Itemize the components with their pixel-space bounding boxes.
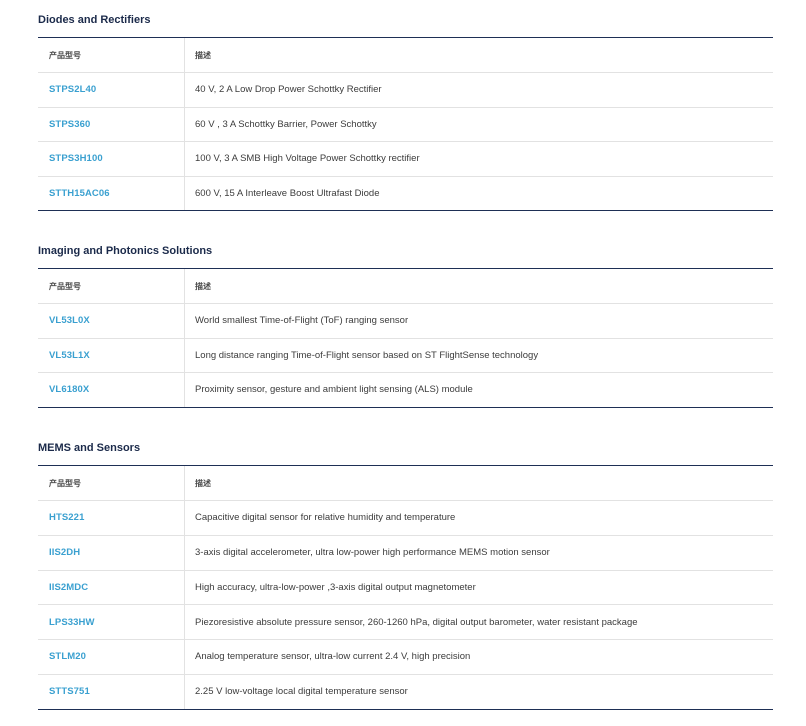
- section-title: MEMS and Sensors: [38, 442, 141, 454]
- table-row: IIS2MDC High accuracy, ultra-low-power ,3…: [38, 569, 773, 605]
- table-row: LPS33HW Piezoresistive absolute pressure …: [38, 604, 773, 639]
- column-header-description: 描述: [195, 50, 211, 60]
- part-number-link[interactable]: IIS2DH: [49, 547, 80, 558]
- description-cell: 2.25 V low-voltage local digital tempera…: [195, 686, 408, 698]
- description-cell: Proximity sensor, gesture and ambient li…: [195, 384, 473, 396]
- part-number-cell: STPS3H100: [38, 142, 185, 176]
- column-header-part-number: 产品型号: [38, 269, 185, 303]
- column-header-part-number: 产品型号: [38, 466, 185, 500]
- part-number-cell: VL6180X: [38, 373, 185, 407]
- part-number-cell: STPS360: [38, 107, 185, 141]
- part-number-link[interactable]: STPS360: [49, 119, 90, 130]
- part-number-link[interactable]: VL53L0X: [49, 315, 90, 326]
- description-cell: 3-axis digital accelerometer, ultra low-…: [195, 547, 550, 559]
- part-number-link[interactable]: VL6180X: [49, 384, 89, 395]
- section-title: Diodes and Rectifiers: [38, 14, 151, 26]
- table-row: STPS360 60 V , 3 A Schottky Barrier, Powe…: [38, 106, 773, 141]
- part-number-link[interactable]: LPS33HW: [49, 617, 95, 628]
- table-header-row: 产品型号 描述: [38, 466, 773, 500]
- product-table: 产品型号 描述 STPS2L40 40 V, 2 A Low Drop Power S…: [38, 37, 773, 211]
- column-header-part-number: 产品型号: [38, 38, 185, 72]
- part-number-link[interactable]: IIS2MDC: [49, 582, 88, 593]
- description-cell: World smallest Time-of-Flight (ToF) rang…: [195, 315, 409, 327]
- table-header-row: 产品型号 描述: [38, 269, 773, 303]
- part-number-link[interactable]: STPS3H100: [49, 153, 103, 164]
- part-number-cell: STLM20: [38, 640, 185, 674]
- description-cell: Long distance ranging Time-of-Flight sen…: [195, 349, 539, 361]
- description-cell: 100 V, 3 A SMB High Voltage Power Schott…: [195, 153, 420, 165]
- product-table: 产品型号 描述 VL53L0X World smallest Time-of-Flig…: [38, 268, 773, 408]
- part-number-cell: STTS751: [38, 674, 185, 709]
- table-header-row: 产品型号 描述: [38, 38, 773, 72]
- description-cell: Analog temperature sensor, ultra-low cur…: [195, 651, 471, 663]
- table-row: STPS3H100 100 V, 3 A SMB High Voltage Pow…: [38, 141, 773, 176]
- part-number-link[interactable]: HTS221: [49, 512, 84, 523]
- table-row: STPS2L40 40 V, 2 A Low Drop Power Schottk…: [38, 72, 773, 107]
- part-number-cell: VL53L0X: [38, 304, 185, 338]
- table-row: VL53L0X World smallest Time-of-Flight (To…: [38, 303, 773, 338]
- part-number-cell: VL53L1X: [38, 338, 185, 372]
- description-cell: High accuracy, ultra-low-power ,3-axis d…: [195, 581, 476, 593]
- table-row: VL6180X Proximity sensor, gesture and amb…: [38, 372, 773, 407]
- table-row: STTS751 2.25 V low-voltage local digital …: [38, 673, 773, 709]
- description-cell: 40 V, 2 A Low Drop Power Schottky Rectif…: [195, 84, 382, 96]
- table-row: VL53L1X Long distance ranging Time-of-Fli…: [38, 337, 773, 372]
- column-header-description: 描述: [195, 281, 211, 291]
- table-row: STLM20 Analog temperature sensor, ultra-l…: [38, 639, 773, 674]
- part-number-link[interactable]: STPS2L40: [49, 84, 96, 95]
- part-number-cell: IIS2DH: [38, 535, 185, 570]
- part-number-link[interactable]: STTH15AC06: [49, 188, 110, 199]
- section-title: Imaging and Photonics Solutions: [38, 245, 213, 257]
- part-number-cell: LPS33HW: [38, 605, 185, 639]
- part-number-cell: STTH15AC06: [38, 176, 185, 210]
- description-cell: Capacitive digital sensor for relative h…: [195, 512, 456, 524]
- part-number-cell: STPS2L40: [38, 73, 185, 107]
- description-cell: Piezoresistive absolute pressure sensor,…: [195, 616, 638, 628]
- description-cell: 60 V , 3 A Schottky Barrier, Power Schot…: [195, 118, 377, 130]
- product-table: 产品型号 描述 HTS221 Capacitive digital sensor fo…: [38, 465, 773, 710]
- part-number-link[interactable]: STLM20: [49, 651, 86, 662]
- part-number-cell: IIS2MDC: [38, 570, 185, 605]
- part-number-cell: HTS221: [38, 501, 185, 535]
- description-cell: 600 V, 15 A Interleave Boost Ultrafast D…: [195, 187, 380, 199]
- part-number-link[interactable]: STTS751: [49, 686, 90, 697]
- table-row: HTS221 Capacitive digital sensor for rela…: [38, 500, 773, 535]
- table-row: IIS2DH 3-axis digital accelerometer, ultr…: [38, 534, 773, 570]
- table-row: STTH15AC06 600 V, 15 A Interleave Boost U…: [38, 175, 773, 210]
- part-number-link[interactable]: VL53L1X: [49, 350, 90, 361]
- column-header-description: 描述: [195, 478, 211, 488]
